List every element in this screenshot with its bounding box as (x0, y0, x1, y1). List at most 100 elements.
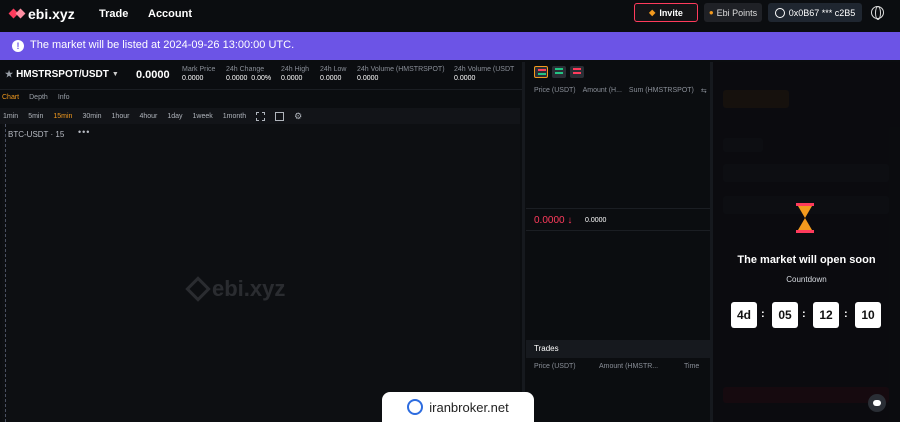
countdown-hours: 05 (772, 302, 798, 328)
stat-value: 0.0000 (357, 75, 379, 82)
logo-text: ebi.xyz (28, 6, 75, 22)
hourglass-icon (796, 203, 814, 233)
countdown-separator: : (844, 308, 848, 320)
watermark-logo: ebi.xyz (185, 276, 286, 302)
stat-24h-volume-base: 24h Volume (HMSTRSPOT) 0.0000 (357, 66, 445, 82)
discord-icon[interactable] (868, 394, 886, 412)
trades-title: Trades (534, 344, 559, 353)
orderbook-mid-price: 0.0000 ↓ 0.0000 (526, 208, 710, 231)
asks-only-icon[interactable] (570, 66, 584, 78)
pair-name: HMSTRSPOT/USDT (16, 69, 109, 80)
stat-24h-change: 24h Change 0.0000 0.00% (226, 66, 271, 82)
crosshair-line (5, 124, 6, 422)
wallet-button[interactable]: 0x0B67 *** c2B5 (768, 3, 862, 22)
orderbook-header: Price (USDT) Amount (H... Sum (HMSTRSPOT… (534, 87, 710, 95)
countdown-seconds: 10 (855, 302, 881, 328)
ebi-points-button[interactable]: ● Ebi Points (704, 3, 762, 22)
bids-only-icon[interactable] (552, 66, 566, 78)
ticker-bar: ★ HMSTRSPOT/USDT ▼ 0.0000 Mark Price 0.0… (0, 62, 522, 90)
trades-col-price: Price (USDT) (534, 363, 576, 370)
stat-label: 24h Change (226, 66, 265, 73)
interval-4hour[interactable]: 4hour (139, 113, 157, 120)
interval-1day[interactable]: 1day (167, 113, 182, 120)
caret-down-icon: ▼ (111, 71, 119, 78)
countdown-title: The market will open soon (737, 254, 876, 266)
mark-price: 0.0000 (585, 217, 607, 224)
star-icon[interactable]: ★ (5, 69, 13, 80)
stat-24h-high: 24h High 0.0000 (281, 66, 309, 82)
trades-header-bar: Trades (526, 340, 710, 358)
wallet-icon (774, 7, 785, 18)
stat-24h-volume-quote: 24h Volume (USDT 0.0000 (454, 66, 514, 82)
stat-mark-price: Mark Price 0.0000 (182, 66, 215, 82)
countdown-minutes: 12 (813, 302, 839, 328)
trade-panel: The market will open soon Countdown 4d :… (713, 62, 900, 422)
trend-icon (407, 399, 424, 415)
interval-30min[interactable]: 30min (82, 113, 101, 120)
nav-account[interactable]: Account (148, 8, 192, 20)
trades-col-amount: Amount (HMSTR... (599, 363, 659, 370)
diamond-icon: ◆ (649, 8, 656, 17)
invite-button[interactable]: ◆ Invite (634, 3, 698, 22)
chart-tabs: Chart Depth Info (0, 94, 70, 106)
stat-value: 0.0000 (281, 75, 303, 82)
countdown-separator: : (802, 308, 806, 320)
stat-value: 0.0000 (320, 75, 342, 82)
points-label: Ebi Points (716, 7, 758, 18)
info-icon: ! (12, 40, 24, 52)
wallet-address: 0x0B67 *** c2B5 (788, 7, 856, 18)
countdown-overlay: The market will open soon Countdown 4d :… (713, 62, 900, 422)
countdown-days: 4d (731, 302, 757, 328)
orderbook-view-toggles (534, 66, 584, 78)
points-icon: ● (708, 8, 714, 17)
tab-info[interactable]: Info (58, 94, 70, 106)
col-amount: Amount (H... (582, 87, 622, 94)
banner-text: The market will be listed at 2024-09-26 … (30, 39, 295, 51)
stat-label: 24h Volume (USDT (454, 66, 515, 73)
tab-depth[interactable]: Depth (29, 94, 48, 106)
indicator-icon[interactable] (275, 111, 285, 121)
logo[interactable]: ebi.xyz (8, 6, 75, 22)
stat-label: Mark Price (182, 66, 216, 73)
logo-icon (8, 7, 26, 21)
order-book: Price (USDT) Amount (H... Sum (HMSTRSPOT… (526, 62, 710, 422)
interval-15min[interactable]: 15min (53, 113, 72, 120)
globe-icon[interactable] (871, 6, 884, 20)
top-bar: ebi.xyz Trade Account ◆ Invite ● Ebi Poi… (0, 0, 900, 30)
trades-col-time: Time (684, 363, 700, 370)
fullscreen-icon[interactable] (256, 111, 266, 121)
chart-symbol-label: BTC-USDT · 15 (8, 130, 65, 139)
countdown-separator: : (761, 308, 765, 320)
price-chart[interactable]: BTC-USDT · 15 ••• ebi.xyz (2, 124, 520, 422)
stat-label: 24h High (281, 66, 310, 73)
stat-label: 24h Volume (HMSTRSPOT) (357, 66, 445, 73)
both-sides-icon[interactable] (534, 66, 548, 78)
more-icon[interactable]: ••• (78, 127, 90, 137)
nav-trade[interactable]: Trade (99, 8, 128, 20)
iranbroker-badge: iranbroker.net (382, 392, 534, 422)
mid-price: 0.0000 ↓ (534, 215, 573, 226)
tab-chart[interactable]: Chart (2, 94, 19, 106)
interval-5min[interactable]: 5min (28, 113, 43, 120)
pair-selector[interactable]: ★ HMSTRSPOT/USDT ▼ (5, 69, 119, 80)
interval-1min[interactable]: 1min (3, 113, 18, 120)
interval-1hour[interactable]: 1hour (112, 113, 130, 120)
iranbroker-text: iranbroker.net (429, 399, 509, 415)
listing-banner: ! The market will be listed at 2024-09-2… (0, 32, 900, 60)
watermark-icon (185, 276, 211, 302)
watermark-text: ebi.xyz (212, 276, 286, 301)
last-price: 0.0000 (136, 69, 170, 81)
interval-1week[interactable]: 1week (193, 113, 213, 120)
countdown-label: Countdown (786, 275, 827, 284)
invite-label: Invite (659, 7, 683, 18)
stat-value: 0.0000 (182, 75, 204, 82)
divider (522, 62, 525, 422)
stat-label: 24h Low (320, 66, 347, 73)
settings-gear-icon[interactable]: ⚙ (294, 111, 302, 122)
stat-value: 0.0000 (454, 75, 476, 82)
stat-value: 0.0000 0.00% (226, 75, 272, 82)
col-price: Price (USDT) (534, 87, 576, 94)
interval-toolbar: 1min 5min 15min 30min 1hour 4hour 1day 1… (0, 108, 520, 124)
interval-1month[interactable]: 1month (223, 113, 246, 120)
swap-icon[interactable]: ⇆ (701, 87, 707, 95)
